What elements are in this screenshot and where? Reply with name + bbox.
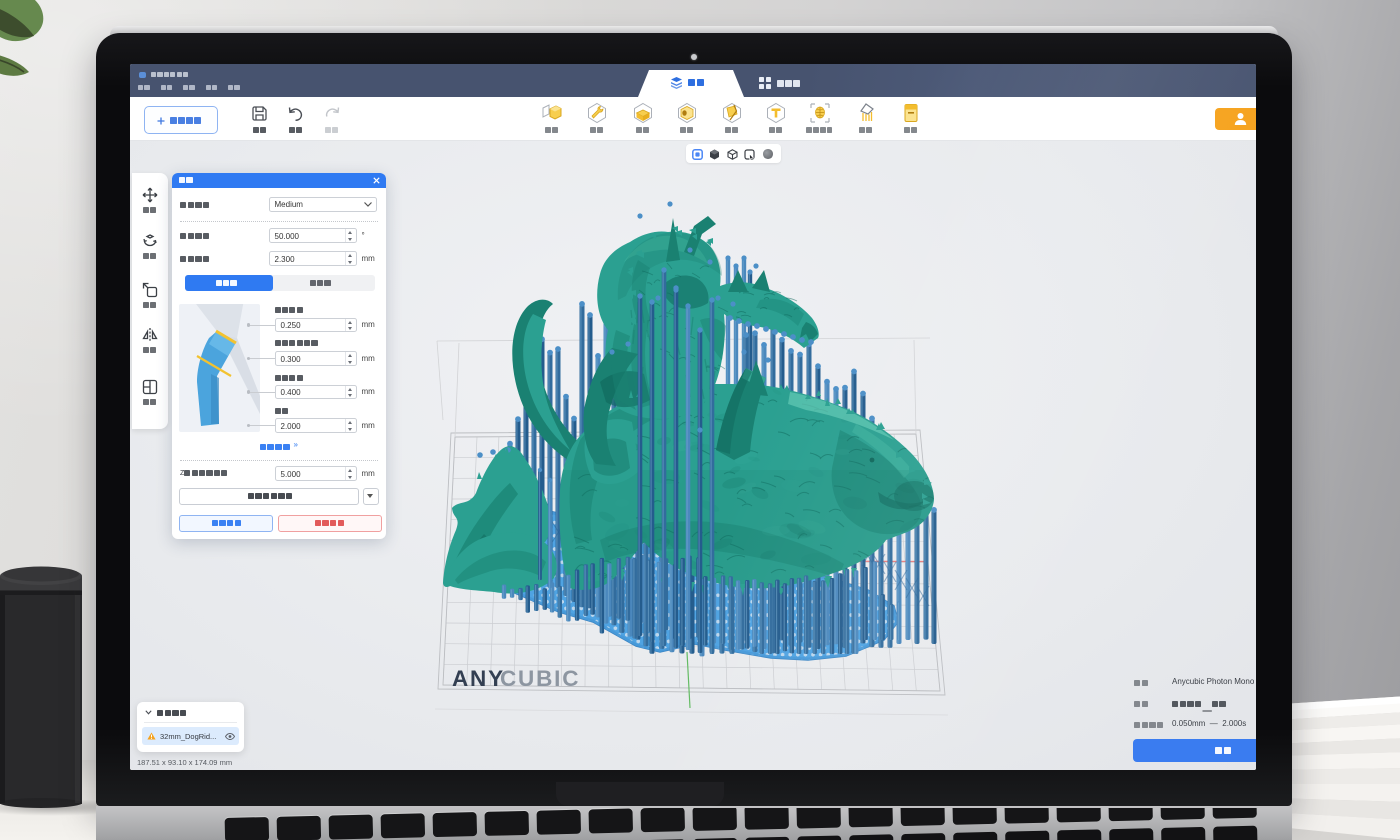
svg-text:CUBIC: CUBIC xyxy=(500,666,580,691)
svg-text:ANY: ANY xyxy=(452,666,505,691)
